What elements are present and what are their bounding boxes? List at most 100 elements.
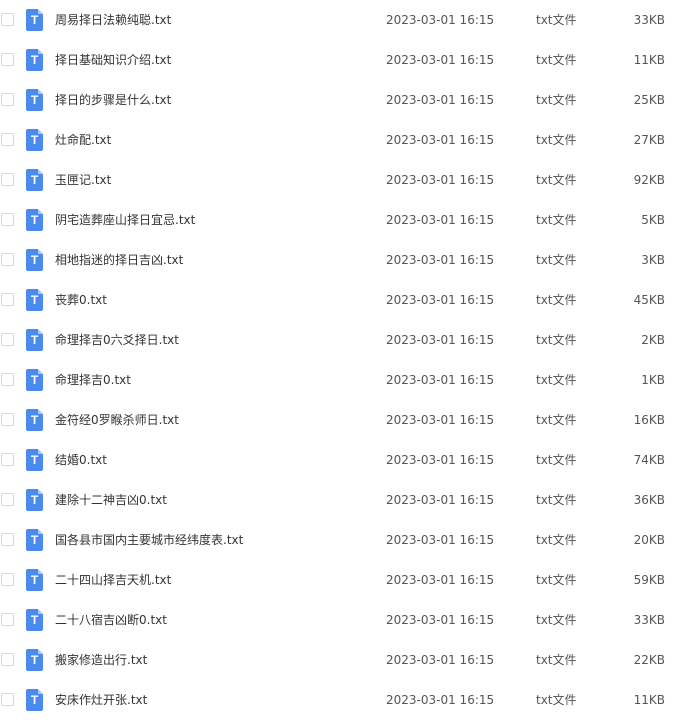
file-row[interactable]: T 命理择吉0.txt 2023-03-01 16:15 txt文件 1KB: [0, 360, 690, 400]
file-name[interactable]: 搬家修造出行.txt: [55, 640, 147, 680]
file-row[interactable]: T 相地指迷的择日吉凶.txt 2023-03-01 16:15 txt文件 3KB: [0, 240, 690, 280]
file-size: 59KB: [633, 573, 665, 587]
file-type: txt文件: [536, 613, 577, 627]
row-checkbox[interactable]: [1, 693, 14, 706]
row-checkbox[interactable]: [1, 293, 14, 306]
file-name[interactable]: 结婚0.txt: [55, 440, 107, 480]
file-name[interactable]: 建除十二神吉凶0.txt: [55, 480, 167, 520]
row-checkbox[interactable]: [1, 413, 14, 426]
row-checkbox[interactable]: [1, 493, 14, 506]
file-size: 11KB: [633, 53, 665, 67]
file-modified-time: 2023-03-01 16:15: [386, 413, 495, 427]
file-row[interactable]: T 金符经0罗睺杀师日.txt 2023-03-01 16:15 txt文件 16KB: [0, 400, 690, 440]
file-row[interactable]: T 安床作灶开张.txt 2023-03-01 16:15 txt文件 11KB: [0, 680, 690, 720]
file-row[interactable]: T 阴宅造葬座山择日宜忌.txt 2023-03-01 16:15 txt文件 5KB: [0, 200, 690, 240]
text-file-icon: T: [26, 449, 43, 471]
file-name[interactable]: 安床作灶开张.txt: [55, 680, 147, 720]
file-type: txt文件: [536, 173, 577, 187]
row-checkbox[interactable]: [1, 253, 14, 266]
file-row[interactable]: T 结婚0.txt 2023-03-01 16:15 txt文件 74KB: [0, 440, 690, 480]
row-checkbox[interactable]: [1, 13, 14, 26]
file-name[interactable]: 择日的步骤是什么.txt: [55, 80, 171, 120]
row-checkbox[interactable]: [1, 533, 14, 546]
file-icon-glyph: T: [30, 93, 39, 107]
file-modified-time: 2023-03-01 16:15: [386, 613, 495, 627]
text-file-icon: T: [26, 409, 43, 431]
file-name[interactable]: 玉匣记.txt: [55, 160, 111, 200]
file-name[interactable]: 相地指迷的择日吉凶.txt: [55, 240, 183, 280]
row-checkbox[interactable]: [1, 573, 14, 586]
row-checkbox[interactable]: [1, 613, 14, 626]
file-list: T 周易择日法赖纯聪.txt 2023-03-01 16:15 txt文件 33KB T 择…: [0, 0, 690, 720]
file-modified-time: 2023-03-01 16:15: [386, 693, 495, 707]
file-type: txt文件: [536, 373, 577, 387]
file-row[interactable]: T 玉匣记.txt 2023-03-01 16:15 txt文件 92KB: [0, 160, 690, 200]
text-file-icon: T: [26, 489, 43, 511]
file-row[interactable]: T 搬家修造出行.txt 2023-03-01 16:15 txt文件 22KB: [0, 640, 690, 680]
file-icon-glyph: T: [30, 213, 39, 227]
file-icon-glyph: T: [30, 133, 39, 147]
file-name[interactable]: 二十四山择吉天机.txt: [55, 560, 171, 600]
file-size: 11KB: [633, 693, 665, 707]
text-file-icon: T: [26, 9, 43, 31]
row-checkbox[interactable]: [1, 213, 14, 226]
file-row[interactable]: T 二十四山择吉天机.txt 2023-03-01 16:15 txt文件 59KB: [0, 560, 690, 600]
file-name[interactable]: 命理择吉0六爻择日.txt: [55, 320, 179, 360]
file-icon-glyph: T: [30, 693, 39, 707]
file-icon-glyph: T: [30, 413, 39, 427]
text-file-icon: T: [26, 129, 43, 151]
file-name[interactable]: 金符经0罗睺杀师日.txt: [55, 400, 179, 440]
text-file-icon: T: [26, 49, 43, 71]
file-type: txt文件: [536, 133, 577, 147]
row-checkbox[interactable]: [1, 133, 14, 146]
file-size: 20KB: [633, 533, 665, 547]
file-name[interactable]: 国各县市国内主要城市经纬度表.txt: [55, 520, 243, 560]
row-checkbox[interactable]: [1, 333, 14, 346]
file-row[interactable]: T 丧葬0.txt 2023-03-01 16:15 txt文件 45KB: [0, 280, 690, 320]
file-icon-glyph: T: [30, 13, 39, 27]
file-row[interactable]: T 灶命配.txt 2023-03-01 16:15 txt文件 27KB: [0, 120, 690, 160]
text-file-icon: T: [26, 169, 43, 191]
file-modified-time: 2023-03-01 16:15: [386, 253, 495, 267]
file-icon-glyph: T: [30, 573, 39, 587]
file-name[interactable]: 阴宅造葬座山择日宜忌.txt: [55, 200, 195, 240]
file-name[interactable]: 丧葬0.txt: [55, 280, 107, 320]
file-size: 33KB: [633, 613, 665, 627]
file-row[interactable]: T 择日基础知识介绍.txt 2023-03-01 16:15 txt文件 11KB: [0, 40, 690, 80]
text-file-icon: T: [26, 649, 43, 671]
text-file-icon: T: [26, 209, 43, 231]
file-name[interactable]: 命理择吉0.txt: [55, 360, 131, 400]
row-checkbox[interactable]: [1, 373, 14, 386]
row-checkbox[interactable]: [1, 653, 14, 666]
file-row[interactable]: T 建除十二神吉凶0.txt 2023-03-01 16:15 txt文件 36KB: [0, 480, 690, 520]
row-checkbox[interactable]: [1, 93, 14, 106]
row-checkbox[interactable]: [1, 53, 14, 66]
file-type: txt文件: [536, 413, 577, 427]
file-row[interactable]: T 国各县市国内主要城市经纬度表.txt 2023-03-01 16:15 txt文件…: [0, 520, 690, 560]
file-row[interactable]: T 命理择吉0六爻择日.txt 2023-03-01 16:15 txt文件 2KB: [0, 320, 690, 360]
file-icon-glyph: T: [30, 453, 39, 467]
file-row[interactable]: T 择日的步骤是什么.txt 2023-03-01 16:15 txt文件 25KB: [0, 80, 690, 120]
file-name[interactable]: 周易择日法赖纯聪.txt: [55, 0, 171, 40]
file-modified-time: 2023-03-01 16:15: [386, 293, 495, 307]
file-type: txt文件: [536, 333, 577, 347]
file-icon-glyph: T: [30, 53, 39, 67]
file-name[interactable]: 二十八宿吉凶断0.txt: [55, 600, 167, 640]
file-modified-time: 2023-03-01 16:15: [386, 493, 495, 507]
file-name[interactable]: 择日基础知识介绍.txt: [55, 40, 171, 80]
file-size: 92KB: [633, 173, 665, 187]
file-size: 33KB: [633, 13, 665, 27]
file-size: 36KB: [633, 493, 665, 507]
file-icon-glyph: T: [30, 533, 39, 547]
file-row[interactable]: T 周易择日法赖纯聪.txt 2023-03-01 16:15 txt文件 33KB: [0, 0, 690, 40]
file-icon-glyph: T: [30, 173, 39, 187]
text-file-icon: T: [26, 249, 43, 271]
file-name[interactable]: 灶命配.txt: [55, 120, 111, 160]
row-checkbox[interactable]: [1, 173, 14, 186]
file-row[interactable]: T 二十八宿吉凶断0.txt 2023-03-01 16:15 txt文件 33KB: [0, 600, 690, 640]
file-size: 16KB: [633, 413, 665, 427]
file-size: 74KB: [633, 453, 665, 467]
file-size: 5KB: [641, 213, 665, 227]
row-checkbox[interactable]: [1, 453, 14, 466]
text-file-icon: T: [26, 609, 43, 631]
